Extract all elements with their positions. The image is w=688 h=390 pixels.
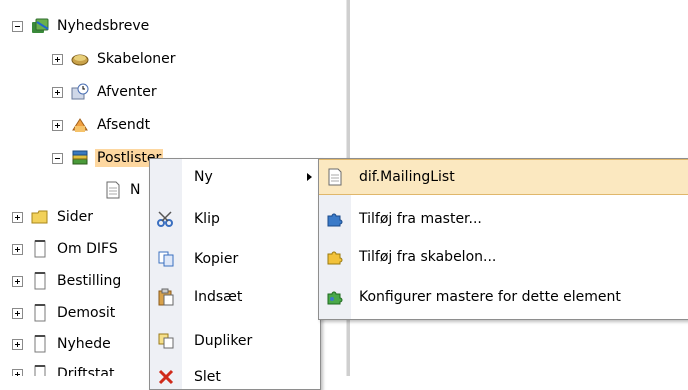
puzzle-yellow-icon: [319, 248, 351, 266]
delete-x-icon: [150, 368, 182, 386]
tree-node-nyhede[interactable]: Nyhede: [12, 332, 113, 356]
menu-item-klip[interactable]: Klip: [150, 201, 320, 237]
sent-icon: [71, 116, 89, 134]
folder-icon: [31, 208, 49, 226]
menu-item-label: Slet: [194, 369, 221, 385]
submenu-item-add-from-template[interactable]: Tilføj fra skabelon...: [319, 239, 688, 275]
mailinglists-icon: [71, 149, 89, 167]
menu-item-label: Dupliker: [194, 333, 253, 349]
expand-icon[interactable]: [12, 368, 23, 376]
menu-item-label: Indsæt: [194, 289, 243, 305]
expand-icon[interactable]: [12, 307, 23, 319]
expand-icon[interactable]: [12, 211, 23, 223]
duplicate-icon: [150, 332, 182, 350]
tree-node-driftstat[interactable]: Driftstat: [12, 362, 116, 376]
menu-item-label: Ny: [194, 169, 213, 185]
expand-icon[interactable]: [12, 275, 23, 287]
document-icon: [319, 168, 351, 186]
submenu-item-add-from-master[interactable]: Tilføj fra master...: [319, 201, 688, 237]
tree-node-label: Om DIFS: [57, 241, 118, 257]
tree-node-label: Nyhedsbreve: [57, 18, 150, 34]
expand-icon[interactable]: [12, 338, 23, 350]
puzzle-blue-icon: [319, 210, 351, 228]
tree-node-label: Afventer: [97, 84, 157, 100]
submenu-arrow-icon: [307, 173, 312, 181]
menu-item-ny[interactable]: Ny: [150, 159, 320, 195]
templates-icon: [71, 50, 89, 68]
scissors-icon: [150, 210, 182, 228]
tree-node-afventer[interactable]: Afventer: [52, 80, 159, 104]
submenu-item-configure-masters[interactable]: Konfigurer mastere for dette element: [319, 279, 688, 315]
context-menu: Ny Klip Kopier Indsæt Dupliker Slet: [149, 158, 321, 390]
submenu-item-label: Konfigurer mastere for dette element: [359, 289, 621, 305]
tree-node-om-difs[interactable]: Om DIFS: [12, 237, 120, 261]
menu-item-dupliker[interactable]: Dupliker: [150, 323, 320, 359]
tree-node-child[interactable]: N: [104, 178, 142, 202]
tree-node-demosit[interactable]: Demosit: [12, 301, 117, 325]
submenu-item-label: dif.MailingList: [359, 169, 455, 185]
pending-clock-icon: [71, 83, 89, 101]
submenu-item-label: Tilføj fra master...: [359, 211, 482, 227]
tree-node-postlister[interactable]: Postlister: [52, 146, 164, 170]
document-icon: [104, 181, 122, 199]
page-icon: [31, 240, 49, 258]
menu-item-kopier[interactable]: Kopier: [150, 241, 320, 277]
tree-node-label: Afsendt: [97, 117, 151, 133]
paste-icon: [150, 288, 182, 306]
expand-icon[interactable]: [12, 243, 23, 255]
tree-node-skabeloner[interactable]: Skabeloner: [52, 47, 178, 71]
new-submenu: dif.MailingList Tilføj fra master... Til…: [318, 158, 688, 320]
newsletter-icon: [31, 17, 49, 35]
submenu-item-mailinglist[interactable]: dif.MailingList: [319, 159, 688, 195]
tree-node-label: Demosit: [57, 305, 116, 321]
menu-item-slet[interactable]: Slet: [150, 359, 320, 389]
expand-icon[interactable]: [52, 119, 63, 131]
puzzle-green-icon: [319, 288, 351, 306]
copy-icon: [150, 250, 182, 268]
menu-item-label: Kopier: [194, 251, 239, 267]
page-icon: [31, 365, 49, 376]
collapse-icon[interactable]: [12, 20, 23, 32]
menu-item-label: Klip: [194, 211, 220, 227]
tree-node-afsendt[interactable]: Afsendt: [52, 113, 152, 137]
tree-node-label: Nyhede: [57, 336, 111, 352]
tree-node-bestilling[interactable]: Bestilling: [12, 269, 123, 293]
tree-node-label: Bestilling: [57, 273, 122, 289]
page-icon: [31, 304, 49, 322]
menu-item-indsaet[interactable]: Indsæt: [150, 279, 320, 315]
tree-node-label: Skabeloner: [97, 51, 176, 67]
tree-node-sider[interactable]: Sider: [12, 205, 95, 229]
page-icon: [31, 272, 49, 290]
tree-node-label: N: [130, 182, 141, 198]
submenu-item-label: Tilføj fra skabelon...: [359, 249, 497, 265]
collapse-icon[interactable]: [52, 152, 63, 164]
tree-node-label: Sider: [57, 209, 94, 225]
tree-node-label: Driftstat: [57, 366, 115, 376]
tree-node-nyhedsbreve[interactable]: Nyhedsbreve: [12, 14, 151, 38]
page-icon: [31, 335, 49, 353]
expand-icon[interactable]: [52, 86, 63, 98]
expand-icon[interactable]: [52, 53, 63, 65]
